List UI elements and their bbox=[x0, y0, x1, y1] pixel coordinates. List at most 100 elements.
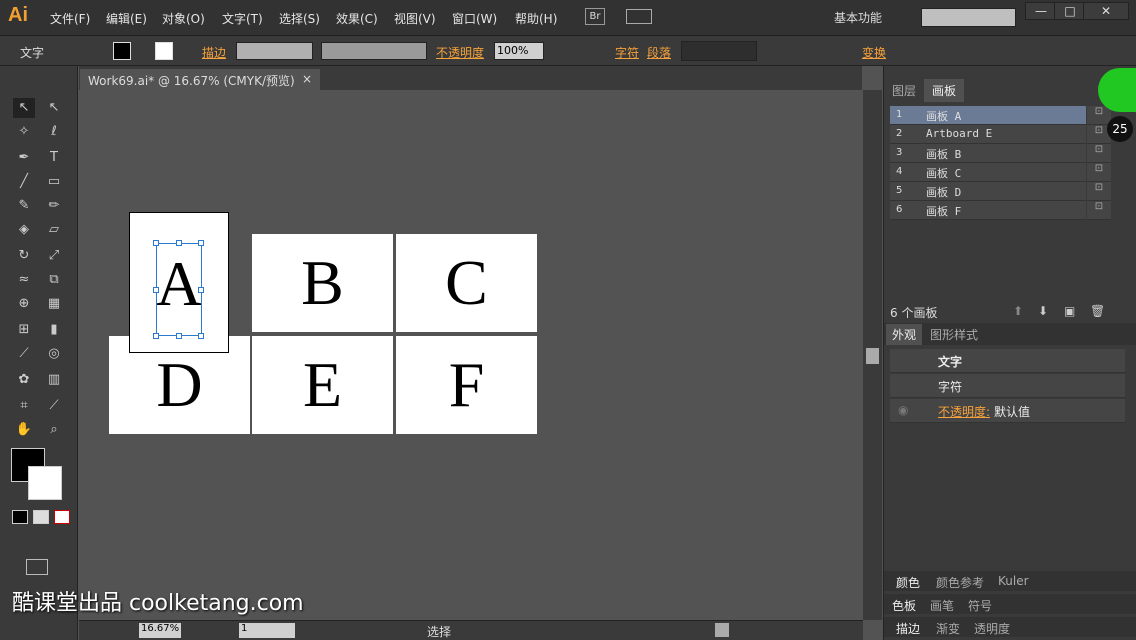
menu-window[interactable]: 窗口(W) bbox=[452, 10, 497, 27]
selection-handle[interactable] bbox=[176, 333, 182, 339]
selection-handle[interactable] bbox=[198, 287, 204, 293]
visibility-eye-icon[interactable]: ◉ bbox=[898, 403, 908, 417]
zoom-tool-icon[interactable]: ⌕ bbox=[43, 420, 65, 440]
transform-link[interactable]: 变换 bbox=[862, 44, 886, 61]
tab-kuler[interactable]: Kuler bbox=[998, 574, 1029, 588]
line-tool-icon[interactable]: ╱ bbox=[13, 172, 35, 192]
menu-effect[interactable]: 效果(C) bbox=[336, 10, 378, 27]
magic-wand-icon[interactable]: ✧ bbox=[13, 122, 35, 142]
menu-select[interactable]: 选择(S) bbox=[279, 10, 320, 27]
arrange-documents-icon[interactable] bbox=[626, 9, 652, 24]
tab-appearance[interactable]: 外观 bbox=[886, 324, 923, 345]
new-artboard-icon[interactable]: ▣ bbox=[1064, 304, 1075, 318]
align-buttons[interactable] bbox=[681, 41, 757, 61]
panel-menu-highlight[interactable] bbox=[1098, 68, 1136, 112]
vertical-scrollbar[interactable] bbox=[863, 90, 882, 620]
tab-transparency[interactable]: 透明度 bbox=[974, 620, 1010, 637]
menu-file[interactable]: 文件(F) bbox=[50, 10, 90, 27]
menu-type[interactable]: 文字(T) bbox=[222, 10, 263, 27]
symbol-sprayer-icon[interactable]: ✿ bbox=[13, 370, 35, 390]
selection-handle[interactable] bbox=[153, 240, 159, 246]
selection-handle[interactable] bbox=[198, 240, 204, 246]
search-input[interactable] bbox=[921, 8, 1016, 27]
artboard-options-icon[interactable]: ⊡ bbox=[1087, 144, 1111, 163]
artboard-options-icon[interactable]: ⊡ bbox=[1087, 201, 1111, 220]
tab-color[interactable]: 颜色 bbox=[896, 574, 920, 591]
shape-builder-icon[interactable]: ⊕ bbox=[13, 294, 35, 314]
selection-tool-icon[interactable]: ↖ bbox=[13, 98, 35, 118]
gradient-tool-icon[interactable]: ▮ bbox=[43, 320, 65, 340]
selection-handle[interactable] bbox=[198, 333, 204, 339]
free-transform-icon[interactable]: ⧉ bbox=[43, 270, 65, 290]
document-tab[interactable]: Work69.ai* @ 16.67% (CMYK/预览) × bbox=[80, 69, 320, 90]
perspective-grid-icon[interactable]: ▦ bbox=[43, 294, 65, 314]
menu-help[interactable]: 帮助(H) bbox=[515, 10, 557, 27]
artboard-number-field[interactable]: 1 bbox=[239, 623, 295, 638]
tab-symbols[interactable]: 符号 bbox=[968, 597, 992, 614]
artboard-row[interactable]: 5 画板 D bbox=[890, 182, 1086, 201]
artboard-c[interactable]: C bbox=[396, 234, 537, 332]
appearance-opacity-row[interactable]: ◉ 不透明度: 默认值 bbox=[890, 399, 1125, 423]
zoom-field[interactable]: 16.67% bbox=[139, 623, 181, 638]
eraser-icon[interactable]: ▱ bbox=[43, 220, 65, 240]
screen-mode-icon[interactable] bbox=[26, 559, 48, 575]
selection-handle[interactable] bbox=[153, 287, 159, 293]
gradient-mode-button[interactable] bbox=[33, 510, 49, 524]
stroke-label[interactable]: 描边 bbox=[202, 44, 226, 61]
warp-tool-icon[interactable]: ≈ bbox=[13, 270, 35, 290]
type-tool-icon[interactable]: T bbox=[43, 148, 65, 168]
tab-color-guide[interactable]: 颜色参考 bbox=[936, 574, 984, 591]
none-mode-button[interactable] bbox=[54, 510, 70, 524]
appearance-character-row[interactable]: 字符 bbox=[890, 374, 1125, 398]
selection-handle[interactable] bbox=[153, 333, 159, 339]
paintbrush-icon[interactable]: ✎ bbox=[13, 196, 35, 216]
horizontal-scroll-thumb[interactable] bbox=[715, 623, 729, 637]
stroke-weight-dropdown[interactable] bbox=[236, 42, 313, 60]
artboard-b[interactable]: B bbox=[252, 234, 393, 332]
workspace-switcher[interactable]: 基本功能 bbox=[834, 9, 882, 26]
mesh-tool-icon[interactable]: ⊞ bbox=[13, 320, 35, 340]
pen-tool-icon[interactable]: ✒ bbox=[13, 148, 35, 168]
direct-selection-tool-icon[interactable]: ↖ bbox=[43, 98, 65, 118]
graph-tool-icon[interactable]: ▥ bbox=[43, 370, 65, 390]
artboard-options-icon[interactable]: ⊡ bbox=[1087, 163, 1111, 182]
character-link[interactable]: 字符 bbox=[615, 44, 639, 61]
artboard-tool-icon[interactable]: ⌗ bbox=[13, 396, 35, 416]
bridge-button[interactable]: Br bbox=[585, 8, 605, 25]
hand-tool-icon[interactable]: ✋ bbox=[13, 420, 35, 440]
close-tab-icon[interactable]: × bbox=[302, 72, 312, 86]
blend-tool-icon[interactable]: ◎ bbox=[43, 344, 65, 364]
stroke-swatch[interactable] bbox=[155, 42, 173, 60]
rotate-tool-icon[interactable]: ↻ bbox=[13, 246, 35, 266]
blob-brush-icon[interactable]: ◈ bbox=[13, 220, 35, 240]
artboard-row[interactable]: 6 画板 F bbox=[890, 201, 1086, 220]
artboard-options-icon[interactable]: ⊡ bbox=[1087, 106, 1111, 125]
artboard-row[interactable]: 4 画板 C bbox=[890, 163, 1086, 182]
pencil-icon[interactable]: ✏ bbox=[43, 196, 65, 216]
tab-stroke[interactable]: 描边 bbox=[896, 620, 920, 637]
selection-handle[interactable] bbox=[176, 240, 182, 246]
menu-edit[interactable]: 编辑(E) bbox=[106, 10, 147, 27]
close-button[interactable]: ✕ bbox=[1083, 2, 1129, 20]
scale-tool-icon[interactable]: ⤢ bbox=[43, 246, 65, 266]
tab-swatches[interactable]: 色板 bbox=[892, 597, 916, 614]
artboard-f[interactable]: F bbox=[396, 336, 537, 434]
appearance-opacity-label[interactable]: 不透明度: bbox=[938, 403, 990, 420]
tab-gradient[interactable]: 渐变 bbox=[936, 620, 960, 637]
lasso-icon[interactable]: ℓ bbox=[43, 122, 65, 142]
delete-artboard-icon[interactable]: 🗑 bbox=[1090, 304, 1105, 318]
stroke-color-box[interactable] bbox=[28, 466, 62, 500]
tab-artboards[interactable]: 画板 bbox=[924, 79, 965, 102]
maximize-button[interactable]: □ bbox=[1054, 2, 1086, 20]
move-up-icon[interactable]: ⬆ bbox=[1013, 304, 1023, 318]
tab-brushes[interactable]: 画笔 bbox=[930, 597, 954, 614]
minimize-button[interactable]: — bbox=[1025, 2, 1057, 20]
opacity-input[interactable]: 100% bbox=[494, 42, 544, 60]
artboard-row[interactable]: 3 画板 B bbox=[890, 144, 1086, 163]
vertical-scroll-thumb[interactable] bbox=[866, 348, 879, 364]
artboard-row[interactable]: 2 Artboard E bbox=[890, 125, 1086, 144]
rectangle-tool-icon[interactable]: ▭ bbox=[43, 172, 65, 192]
menu-view[interactable]: 视图(V) bbox=[394, 10, 436, 27]
artboard-row[interactable]: 1 画板 A bbox=[890, 106, 1086, 125]
color-mode-button[interactable] bbox=[12, 510, 28, 524]
